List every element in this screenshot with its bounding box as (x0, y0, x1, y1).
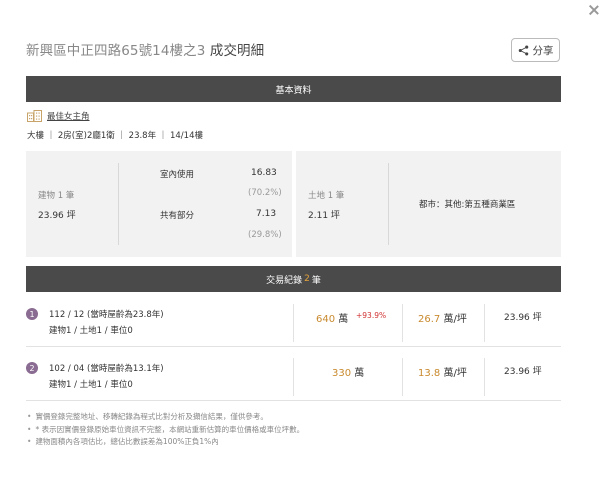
note-item: * 表示因實價登錄原始車位資訊不完整，本網站重新估算的車位價格或車位坪數。 (27, 424, 304, 437)
land-count-label: 土地 1 筆 (308, 191, 345, 201)
page-title: 新興區中正四路65號14樓之3 成交明細 (26, 43, 265, 59)
divider (484, 304, 485, 342)
share-icon (518, 45, 528, 55)
divider (388, 163, 389, 245)
unit-price: 26.7 萬/坪 (418, 314, 467, 325)
note-item: 實價登錄完整地址、移轉紀錄為程式比對分析及擷信結果，僅供參考。 (27, 411, 304, 424)
community-name: 最佳女主角 (47, 112, 90, 122)
total-price: 640 萬 (316, 314, 349, 325)
divider (118, 163, 119, 245)
divider (484, 358, 485, 396)
shared-value: 7.13 (256, 209, 277, 219)
divider (293, 304, 294, 342)
property-specs: 大樓 ｜ 2房(室)2廳1衛 ｜ 23.8年 ｜ 14/14樓 (27, 131, 203, 141)
row-divider (26, 400, 561, 401)
panel-separator (292, 151, 296, 257)
unit-price: 13.8 萬/坪 (418, 368, 467, 379)
divider (402, 304, 403, 342)
total-price: 330 萬 (332, 368, 365, 379)
transaction-date: 112 / 12 (當時屋齡為23.8年) (49, 310, 164, 320)
shared-pct: (29.8%) (248, 230, 282, 240)
community-link[interactable]: 最佳女主角 (27, 110, 90, 122)
close-icon[interactable] (588, 4, 600, 16)
basic-info-header: 基本資料 (26, 76, 561, 102)
building-area: 23.96 坪 (38, 211, 76, 221)
transaction-detail: 建物1 / 土地1 / 車位0 (49, 380, 133, 390)
row-index-badge: 1 (26, 308, 38, 320)
transaction-row[interactable]: 2 102 / 04 (當時屋齡為13.1年) 建物1 / 土地1 / 車位0 … (26, 356, 561, 400)
row-divider (26, 346, 561, 347)
land-area: 2.11 坪 (308, 211, 340, 221)
divider (293, 358, 294, 396)
price-change: +93.9% (356, 311, 387, 320)
zoning-info: 都市：其他:第五種商業區 (419, 200, 516, 210)
divider (402, 358, 403, 396)
shared-label: 共有部分 (160, 211, 195, 221)
transaction-count: 2 (304, 274, 310, 284)
transaction-date: 102 / 04 (當時屋齡為13.1年) (49, 364, 164, 374)
transaction-area: 23.96 坪 (504, 313, 542, 323)
transaction-header: 交易紀錄 2 筆 (26, 266, 561, 292)
building-info-panel: 建物 1 筆 23.96 坪 室內使用 16.83 (70.2%) 共有部分 7… (26, 151, 561, 257)
row-index-badge: 2 (26, 362, 38, 374)
transaction-area: 23.96 坪 (504, 367, 542, 377)
building-icon (27, 110, 42, 122)
indoor-pct: (70.2%) (248, 188, 282, 198)
indoor-value: 16.83 (251, 168, 277, 178)
share-label: 分享 (532, 44, 554, 57)
transaction-detail: 建物1 / 土地1 / 車位0 (49, 326, 133, 336)
share-button[interactable]: 分享 (511, 38, 560, 62)
transaction-row[interactable]: 1 112 / 12 (當時屋齡為23.8年) 建物1 / 土地1 / 車位0 … (26, 302, 561, 346)
building-count-label: 建物 1 筆 (38, 191, 75, 201)
note-item: 建物面積內各項估比，總佔比數誤差為100%正負1%內 (27, 436, 304, 449)
disclaimer-notes: 實價登錄完整地址、移轉紀錄為程式比對分析及擷信結果，僅供參考。 * 表示因實價登… (27, 411, 304, 449)
indoor-label: 室內使用 (160, 170, 195, 180)
